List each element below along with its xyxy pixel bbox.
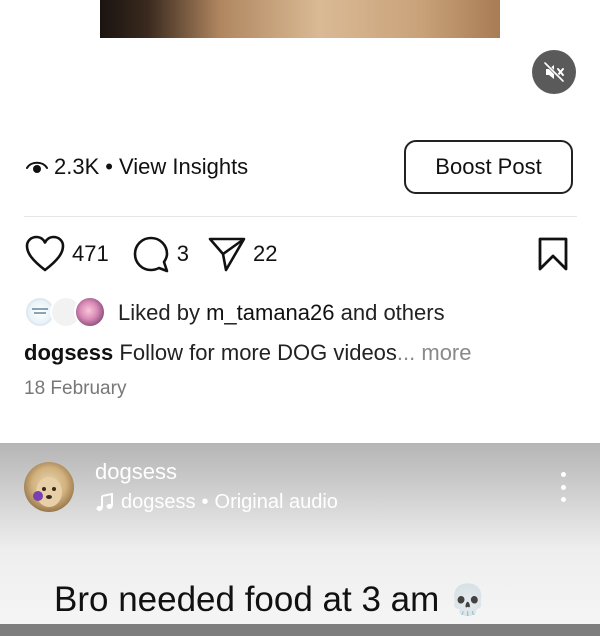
comments-count[interactable]: 3 [177, 241, 189, 267]
mute-icon [543, 61, 565, 83]
more-dot [560, 484, 566, 490]
audio-label[interactable]: Original audio [215, 491, 338, 514]
music-note-icon [96, 492, 113, 511]
post-feed: 2.3K • View Insights Boost Post 471 3 22 [0, 0, 600, 636]
separator-dot: • [105, 154, 113, 179]
caption: dogsess Follow for more DOG videos... mo… [24, 340, 472, 366]
video-overlay-text: Bro needed food at 3 am 💀 [54, 580, 487, 620]
liked-by-row[interactable]: Liked by m_tamana26 and others [24, 296, 445, 330]
caption-more-link[interactable]: ... more [397, 340, 472, 365]
insights-row[interactable]: 2.3K • View Insights [26, 154, 248, 180]
caption-text: Follow for more DOG videos [119, 340, 397, 365]
save-button[interactable] [536, 236, 570, 277]
action-bar: 471 3 22 [24, 234, 277, 274]
boost-post-button[interactable]: Boost Post [404, 140, 573, 194]
eye-icon [26, 161, 48, 173]
liked-by-text: Liked by m_tamana26 and others [118, 300, 445, 326]
view-insights-link[interactable]: View Insights [119, 154, 248, 180]
more-vertical-icon [560, 472, 566, 477]
likes-count[interactable]: 471 [72, 241, 109, 267]
audio-user[interactable]: dogsess [121, 491, 196, 514]
divider [24, 216, 577, 217]
video-frame-strip [0, 624, 600, 636]
avatar [74, 296, 106, 328]
liked-by-prefix: Liked by [118, 300, 200, 325]
comment-icon[interactable] [131, 234, 171, 274]
post-date: 18 February [24, 378, 127, 399]
next-post-avatar[interactable] [24, 462, 74, 512]
next-post-username[interactable]: dogsess [95, 459, 177, 485]
liker-avatars[interactable] [24, 296, 108, 330]
video-thumbnail[interactable] [100, 0, 500, 38]
skull-emoji: 💀 [449, 582, 487, 618]
bookmark-icon[interactable] [536, 236, 570, 272]
overlay-caption: Bro needed food at 3 am [54, 580, 440, 619]
views-count: 2.3K [54, 154, 100, 179]
liked-by-others-link[interactable]: and others [341, 300, 445, 325]
shares-count[interactable]: 22 [253, 241, 277, 267]
like-action[interactable]: 471 [24, 234, 109, 274]
comment-action[interactable]: 3 [131, 234, 189, 274]
heart-icon[interactable] [24, 234, 66, 274]
share-icon[interactable] [207, 235, 247, 273]
more-options-button[interactable] [556, 472, 570, 502]
caption-username[interactable]: dogsess [24, 340, 113, 365]
mute-button[interactable] [532, 50, 576, 94]
audio-info[interactable]: dogsess • Original audio [95, 491, 338, 514]
audio-separator: • [201, 491, 209, 513]
share-action[interactable]: 22 [207, 235, 277, 273]
liked-by-user-link[interactable]: m_tamana26 [206, 300, 334, 325]
more-dot [560, 497, 566, 502]
